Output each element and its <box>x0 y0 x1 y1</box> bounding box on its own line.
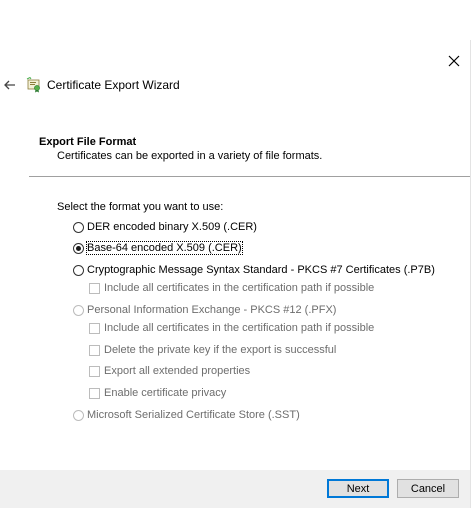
option-pfx-privacy[interactable]: Enable certificate privacy <box>89 387 226 399</box>
certificate-export-wizard-window: Certificate Export Wizard Export File Fo… <box>0 0 474 508</box>
close-button[interactable] <box>440 49 468 73</box>
option-pfx[interactable]: Personal Information Exchange - PKCS #12… <box>73 304 336 316</box>
base64-label[interactable]: Base-64 encoded X.509 (.CER) <box>86 241 243 255</box>
close-icon <box>448 55 460 67</box>
section-title: Export File Format <box>39 136 137 148</box>
format-prompt: Select the format you want to use: <box>57 201 224 213</box>
pfx-radio[interactable] <box>73 304 84 316</box>
option-pfx-delete-key[interactable]: Delete the private key if the export is … <box>89 344 336 356</box>
pfx-delete-key-label[interactable]: Delete the private key if the export is … <box>104 344 336 356</box>
pfx-export-properties-label[interactable]: Export all extended properties <box>104 365 250 377</box>
header-divider <box>29 176 470 177</box>
option-pkcs7-include-path[interactable]: Include all certificates in the certific… <box>89 282 374 294</box>
der-label[interactable]: DER encoded binary X.509 (.CER) <box>87 221 257 233</box>
footer-bar: Next Cancel <box>0 470 470 508</box>
option-sst[interactable]: Microsoft Serialized Certificate Store (… <box>73 409 300 421</box>
section-description: Certificates can be exported in a variet… <box>57 150 323 162</box>
pfx-label[interactable]: Personal Information Exchange - PKCS #12… <box>87 304 336 316</box>
pfx-privacy-label[interactable]: Enable certificate privacy <box>104 387 226 399</box>
back-button[interactable] <box>0 74 20 96</box>
pkcs7-label[interactable]: Cryptographic Message Syntax Standard - … <box>87 264 435 276</box>
option-pfx-export-properties[interactable]: Export all extended properties <box>89 365 250 377</box>
wizard-title: Certificate Export Wizard <box>47 78 180 92</box>
next-button[interactable]: Next <box>327 479 389 498</box>
pfx-delete-key-checkbox[interactable] <box>89 344 100 356</box>
certificate-wizard-icon <box>26 77 40 93</box>
option-der[interactable]: DER encoded binary X.509 (.CER) <box>73 221 257 233</box>
option-pfx-include-path[interactable]: Include all certificates in the certific… <box>89 322 374 334</box>
cancel-button[interactable]: Cancel <box>397 479 459 498</box>
pfx-export-properties-checkbox[interactable] <box>89 365 100 377</box>
back-arrow-icon <box>4 80 15 90</box>
option-base64[interactable]: Base-64 encoded X.509 (.CER) <box>73 241 243 255</box>
pfx-include-path-label[interactable]: Include all certificates in the certific… <box>104 322 374 334</box>
pfx-include-path-checkbox[interactable] <box>89 322 100 334</box>
sst-label[interactable]: Microsoft Serialized Certificate Store (… <box>87 409 300 421</box>
pfx-privacy-checkbox[interactable] <box>89 387 100 399</box>
base64-radio[interactable] <box>73 242 84 254</box>
pkcs7-include-path-checkbox[interactable] <box>89 282 100 294</box>
option-pkcs7[interactable]: Cryptographic Message Syntax Standard - … <box>73 264 435 276</box>
window-right-border <box>470 40 471 508</box>
der-radio[interactable] <box>73 221 84 233</box>
sst-radio[interactable] <box>73 409 84 421</box>
pkcs7-radio[interactable] <box>73 264 84 276</box>
pkcs7-include-path-label[interactable]: Include all certificates in the certific… <box>104 282 374 294</box>
